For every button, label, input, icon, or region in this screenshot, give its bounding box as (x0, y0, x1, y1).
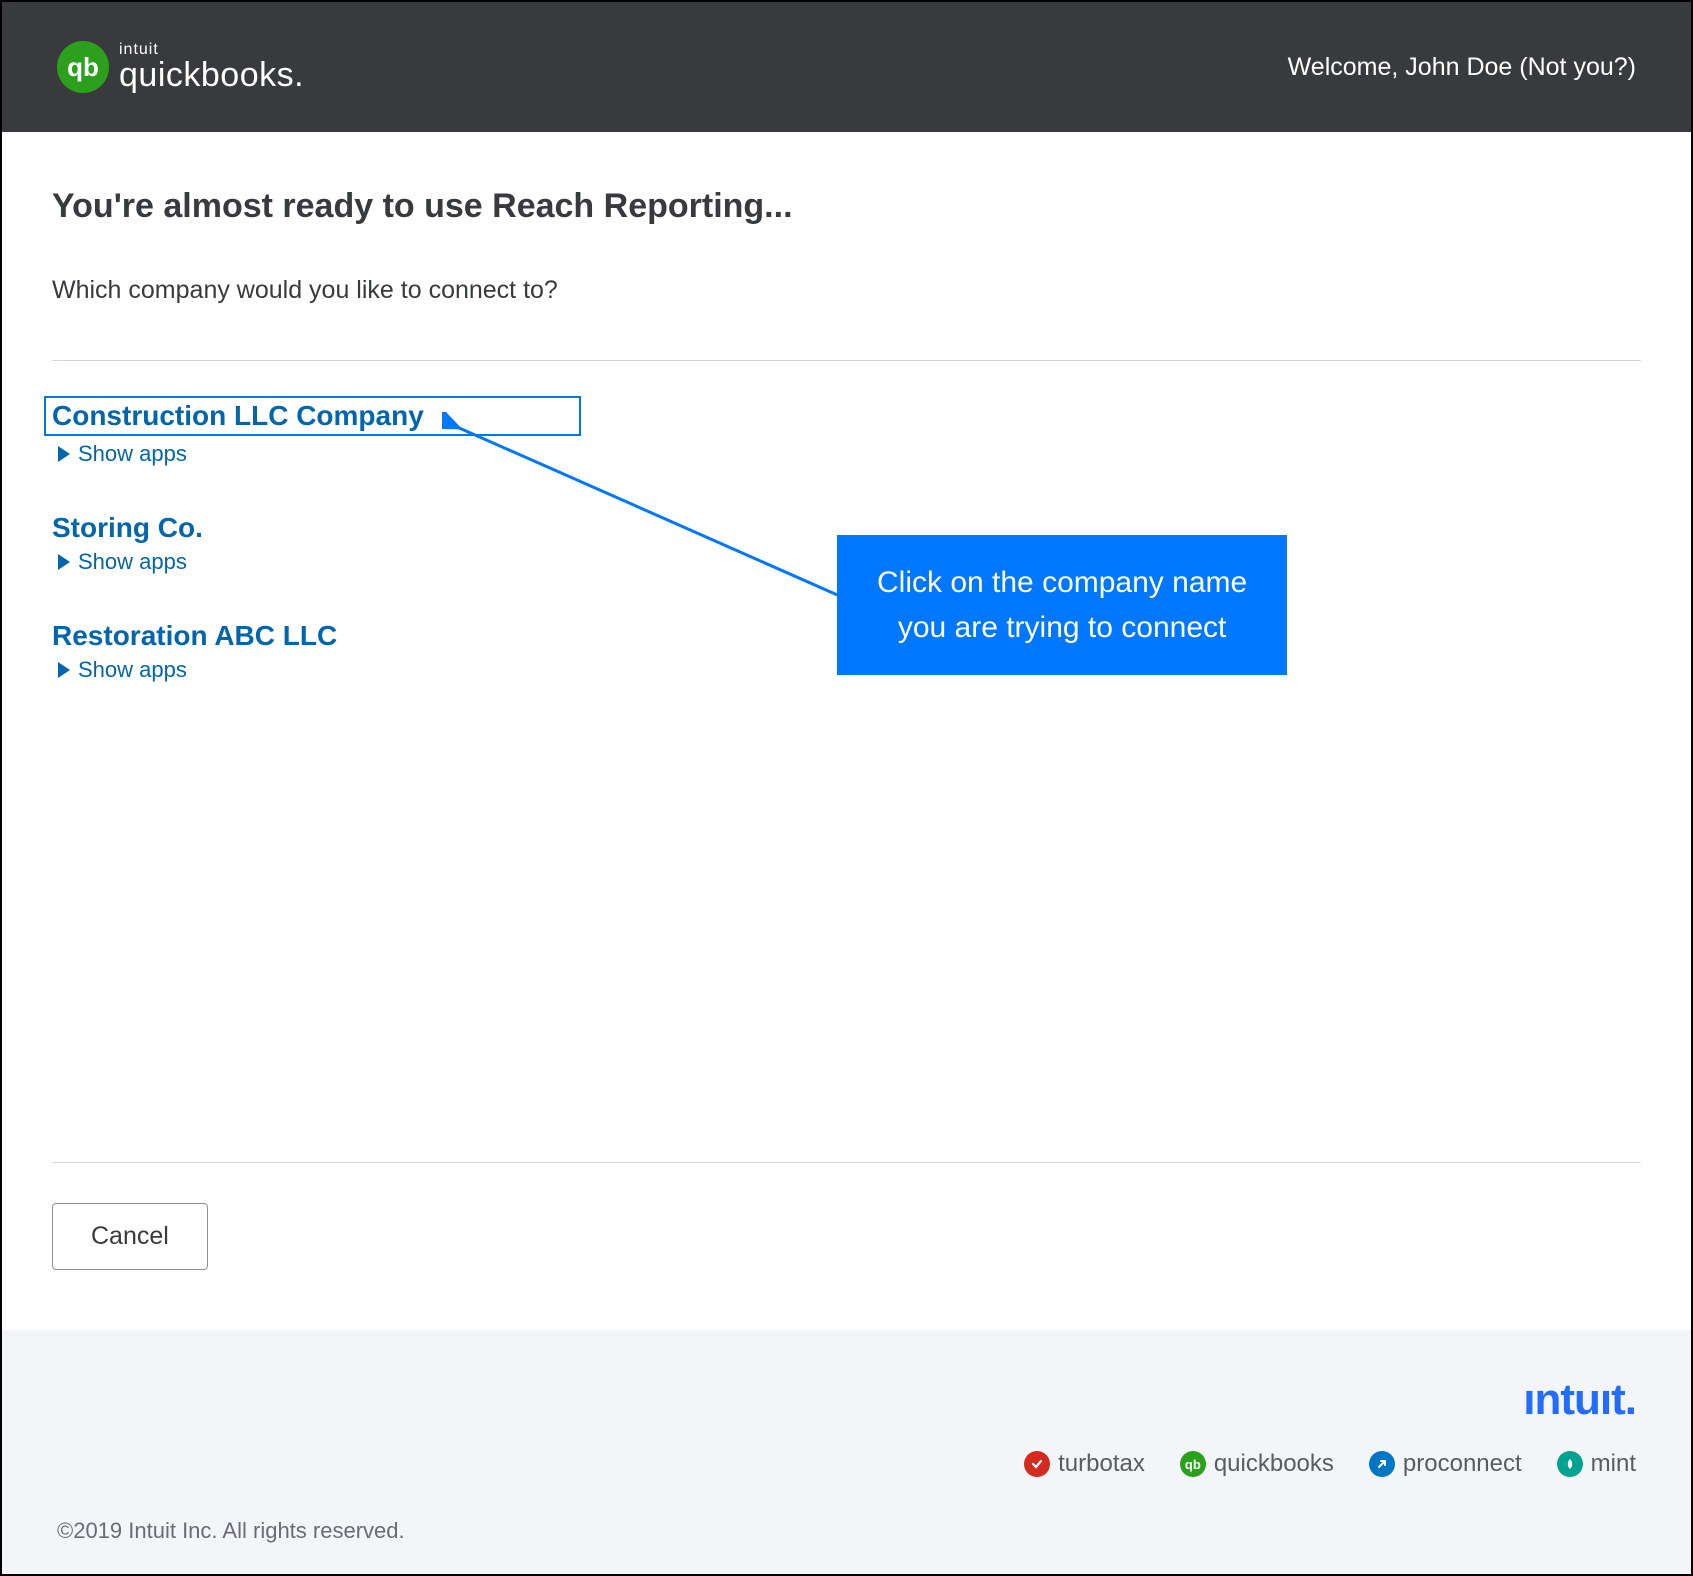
show-apps-toggle[interactable]: Show apps (58, 657, 1641, 683)
welcome-username: John Doe (1405, 53, 1512, 81)
company-item: Storing Co. Show apps (52, 512, 1641, 575)
show-apps-label: Show apps (78, 441, 187, 467)
main-content: You're almost ready to use Reach Reporti… (2, 132, 1691, 1330)
show-apps-label: Show apps (78, 657, 187, 683)
divider-bottom (52, 1162, 1641, 1163)
show-apps-toggle[interactable]: Show apps (58, 441, 1641, 467)
brand-quickbooks[interactable]: qb quickbooks (1180, 1450, 1334, 1478)
not-you-link[interactable]: (Not you?) (1512, 53, 1636, 81)
company-link-restoration[interactable]: Restoration ABC LLC (52, 620, 337, 652)
brand-mint-label: mint (1591, 1450, 1636, 1478)
quickbooks-icon: qb (1180, 1451, 1206, 1477)
chevron-right-icon (58, 554, 70, 570)
chevron-right-icon (58, 662, 70, 678)
quickbooks-badge-icon: qb (57, 41, 109, 93)
company-link-storing[interactable]: Storing Co. (52, 512, 203, 544)
footer: ıntuıt. turbotax qb quickbooks proconnec… (2, 1330, 1691, 1574)
brand-turbotax-label: turbotax (1058, 1450, 1145, 1478)
brand-turbotax[interactable]: turbotax (1024, 1450, 1145, 1478)
copyright-text: ©2019 Intuit Inc. All rights reserved. (57, 1518, 1636, 1544)
company-item: Construction LLC Company Show apps (52, 396, 1641, 467)
brand-row: turbotax qb quickbooks proconnect mint (57, 1450, 1636, 1478)
brand-quickbooks-label: quickbooks (1214, 1450, 1334, 1478)
company-link-construction[interactable]: Construction LLC Company (44, 396, 581, 436)
show-apps-toggle[interactable]: Show apps (58, 549, 1641, 575)
intuit-logo: ıntuıt. (1523, 1375, 1636, 1425)
mint-icon (1557, 1451, 1583, 1477)
logo-quickbooks-text: quickbooks. (119, 58, 304, 92)
welcome-prefix: Welcome, (1288, 53, 1406, 81)
proconnect-icon (1369, 1451, 1395, 1477)
company-item: Restoration ABC LLC Show apps (52, 620, 1641, 683)
brand-proconnect-label: proconnect (1403, 1450, 1522, 1478)
page-title: You're almost ready to use Reach Reporti… (52, 187, 1641, 226)
company-list: Construction LLC Company Show apps Stori… (52, 396, 1641, 1162)
app-header: qb intuit quickbooks. Welcome, John Doe … (2, 2, 1691, 132)
welcome-message: Welcome, John Doe (Not you?) (1288, 53, 1636, 82)
turbotax-icon (1024, 1451, 1050, 1477)
page-subtitle: Which company would you like to connect … (52, 276, 1641, 305)
brand-proconnect[interactable]: proconnect (1369, 1450, 1522, 1478)
brand-mint[interactable]: mint (1557, 1450, 1636, 1478)
cancel-button[interactable]: Cancel (52, 1203, 208, 1270)
show-apps-label: Show apps (78, 549, 187, 575)
quickbooks-logo: qb intuit quickbooks. (57, 41, 304, 93)
divider-top (52, 360, 1641, 361)
chevron-right-icon (58, 446, 70, 462)
